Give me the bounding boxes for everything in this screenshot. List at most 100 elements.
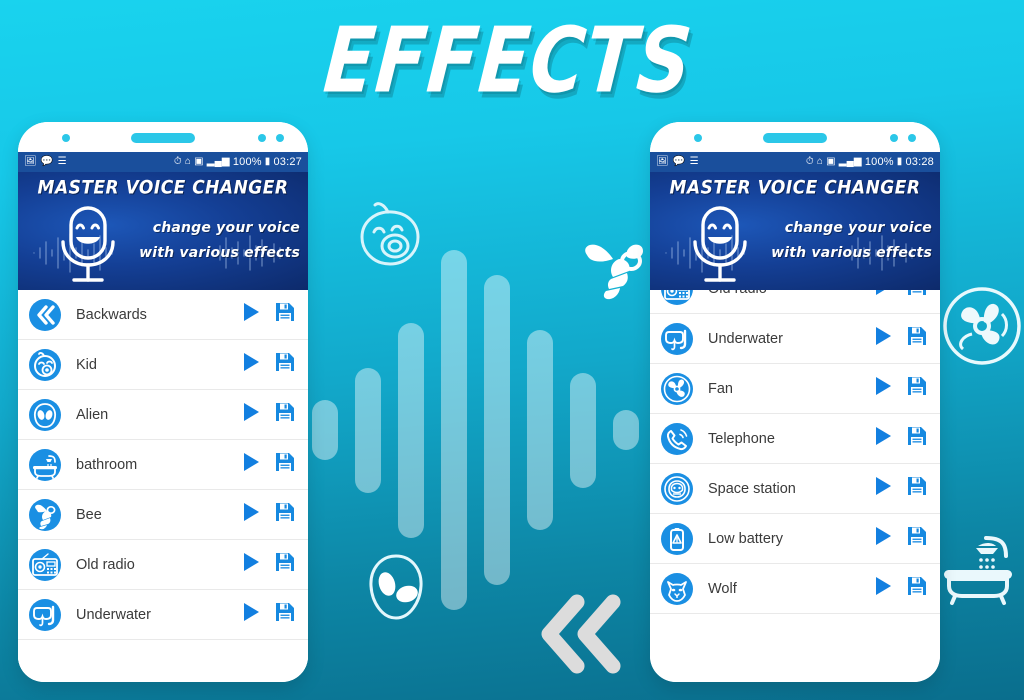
list-item[interactable]: Alien [18,390,308,440]
alarm-icon: ⏱ [805,156,814,167]
wolf-icon [660,572,694,606]
play-icon[interactable] [240,501,262,528]
list-item[interactable]: Low battery [650,514,940,564]
save-icon[interactable] [274,551,296,578]
snorkel-icon [28,598,62,632]
home-icon: ⌂ [184,156,192,167]
status-bar: 🖼 💬 ☰ ⏱ ⌂ ▣ ▂▄▆ 100% ▮ 03:27 [18,152,308,172]
save-icon[interactable] [274,501,296,528]
alarm-icon: ⏱ [173,156,182,167]
fan-icon [940,284,1024,373]
kid-face-icon [348,196,432,285]
play-icon[interactable] [240,451,262,478]
effects-list[interactable]: Backwards Kid Alien bathroom Bee Old rad… [18,290,308,680]
phone-screen: 🖼 💬 ☰ ⏱ ⌂ ▣ ▂▄▆ 100% ▮ 03:28 MASTER VOIC… [650,152,940,682]
list-bottom-pad [18,640,308,680]
save-icon[interactable] [906,325,928,352]
proximity-sensor-icon [258,134,266,142]
clock: 03:27 [273,156,302,168]
list-item[interactable]: Wolf [650,564,940,614]
light-sensor-icon [276,134,284,142]
earpiece-speaker [131,133,195,143]
effect-name: Old radio [76,556,135,573]
list-item[interactable]: Bee [18,490,308,540]
list-item[interactable]: Old radio [18,540,308,590]
play-icon[interactable] [240,601,262,628]
app-title: MASTER VOICE CHANGER [37,176,289,200]
screenshot-icon: ▣ [194,156,204,167]
waveform-bar [355,367,381,493]
bathtub-shower-icon [938,530,1018,613]
front-camera-icon [694,134,702,142]
list-bottom-pad [650,614,940,654]
effects-list[interactable]: Old radio Underwater [650,264,940,654]
save-icon[interactable] [274,601,296,628]
save-icon[interactable] [274,451,296,478]
phone-bezel [18,122,308,152]
waveform-bar [613,410,639,450]
snorkel-icon [660,322,694,356]
list-item[interactable]: Underwater [18,590,308,640]
play-icon[interactable] [872,375,894,402]
message-icon: 💬 [672,156,686,167]
effect-name: Bee [76,506,102,523]
play-icon[interactable] [240,401,262,428]
waveform-bar [312,400,338,460]
effect-name: Backwards [76,306,147,323]
proximity-sensor-icon [890,134,898,142]
save-icon[interactable] [906,575,928,602]
battery-full-icon: ▮ [264,156,271,167]
save-icon[interactable] [906,525,928,552]
play-icon[interactable] [872,475,894,502]
backwards-chevrons-icon [533,592,629,683]
alien-head-icon [360,548,432,631]
save-icon[interactable] [274,401,296,428]
play-icon[interactable] [240,551,262,578]
phone-bezel [650,122,940,152]
save-icon[interactable] [274,351,296,378]
battery-percent: 100% [232,156,262,168]
save-icon[interactable] [906,475,928,502]
list-item[interactable]: bathroom [18,440,308,490]
play-icon[interactable] [872,325,894,352]
list-item[interactable]: Underwater [650,314,940,364]
backwards-icon [28,298,62,332]
play-icon[interactable] [872,575,894,602]
app-subtitle-line1: change your voice [784,220,932,236]
play-icon[interactable] [872,525,894,552]
play-icon[interactable] [240,351,262,378]
list-item[interactable]: Telephone [650,414,940,464]
effect-name: bathroom [76,456,138,473]
signal-icon: ▂▄▆ [838,156,862,167]
list-item[interactable]: Kid [18,340,308,390]
fan-icon [660,372,694,406]
play-icon[interactable] [872,425,894,452]
clock: 03:28 [905,156,934,168]
page-title: EFFECTS [319,8,697,114]
phone-left: 🖼 💬 ☰ ⏱ ⌂ ▣ ▂▄▆ 100% ▮ 03:27 MASTER VOIC… [18,122,308,682]
save-icon[interactable] [906,425,928,452]
save-icon[interactable] [906,375,928,402]
waveform-bar [484,275,510,585]
list-item[interactable]: Backwards [18,290,308,340]
kid-icon [28,348,62,382]
play-icon[interactable] [240,301,262,328]
earpiece-speaker [763,133,827,143]
list-item[interactable]: Fan [650,364,940,414]
effect-name: Fan [708,380,733,397]
effect-name: Underwater [708,330,783,347]
home-icon: ⌂ [816,156,824,167]
waveform-bar [398,322,424,538]
light-sensor-icon [908,134,916,142]
app-banner: MASTER VOICE CHANGER change your voice w [650,172,940,290]
app-subtitle-line1: change your voice [152,220,300,236]
effect-name: Telephone [708,430,775,447]
list-icon: ☰ [689,156,699,167]
save-icon[interactable] [274,301,296,328]
app-subtitle-line2: with various effects [139,244,300,261]
effect-name: Kid [76,356,97,373]
effect-name: Space station [708,480,796,497]
list-item[interactable]: Space station [650,464,940,514]
effect-name: Low battery [708,530,783,547]
waveform-bar [527,330,553,530]
